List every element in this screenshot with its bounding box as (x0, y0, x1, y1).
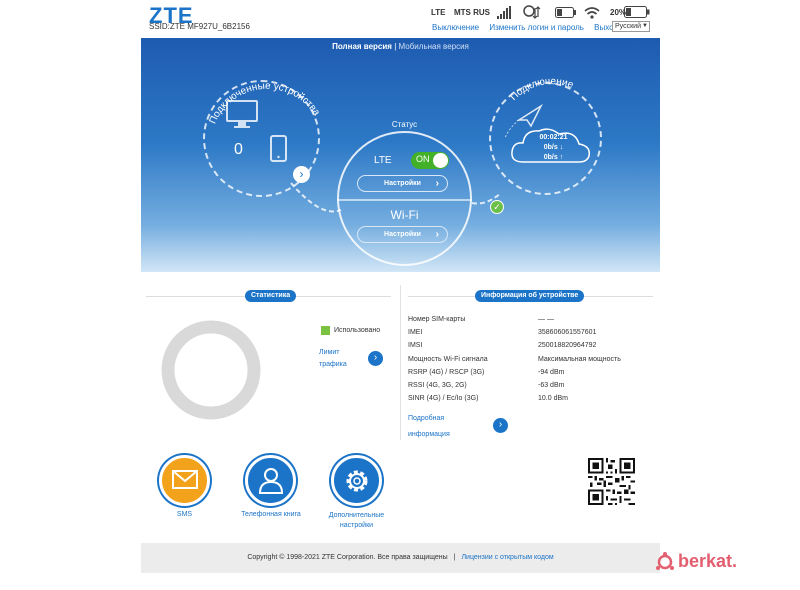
sms-shortcut[interactable] (159, 455, 210, 506)
operator-name: MTS RUS (454, 8, 490, 17)
network-type: LTE (431, 8, 446, 17)
wifi-label: Wi-Fi (390, 208, 419, 222)
detailed-info-link[interactable]: Подробная информация (408, 411, 450, 443)
detailed-info-button[interactable]: › (493, 418, 508, 433)
device-info-key: IMEI (408, 329, 423, 337)
device-info-value: 10.0 dBm (538, 395, 568, 403)
wifi-icon (584, 7, 600, 19)
ssid-text: SSID:ZTE MF927U_6B2156 (149, 22, 250, 31)
phonebook-shortcut[interactable] (245, 455, 296, 506)
traffic-donut-chart (161, 320, 261, 420)
connection-title-text: Подключение (508, 76, 575, 103)
advanced-settings-line2: настройки (339, 522, 374, 529)
battery-icon (624, 6, 650, 18)
footer-separator: | (453, 554, 456, 561)
berkat-logo-icon (656, 552, 674, 570)
sms-label[interactable]: SMS (159, 511, 210, 518)
envelope-icon (172, 470, 198, 489)
gear-icon (346, 470, 368, 492)
device-info-value: Максимальная мощность (538, 355, 621, 363)
detailed-info-line1: Подробная (408, 415, 445, 422)
language-select[interactable]: Русский ▼ (612, 21, 650, 32)
toggle-knob (433, 153, 448, 168)
section-divider (400, 285, 401, 440)
devices-count: 0 (234, 141, 243, 158)
language-value: Русский (615, 23, 641, 30)
svg-text:Подключенные устройства: Подключенные устройства (207, 81, 322, 126)
traffic-limit-link-line2: трафика (319, 361, 347, 368)
device-info-key: Мощность Wi-Fi сигнала (408, 355, 488, 363)
user-icon (258, 468, 284, 494)
used-legend-swatch (321, 326, 330, 335)
traffic-limit-button[interactable]: › (368, 351, 383, 366)
device-info-key: IMSI (408, 342, 423, 350)
connection-time: 00:02:21 (539, 134, 568, 141)
device-info-key: RSRP (4G) / RSCP (3G) (408, 368, 485, 376)
chevron-right-icon: › (435, 178, 439, 189)
detailed-info-line2: информация (408, 431, 450, 438)
upload-speed: 0b/s ↑ (543, 154, 564, 161)
used-legend-label: Использовано (334, 327, 381, 334)
traffic-limit-link-line1: Лимит (319, 349, 340, 356)
signal-icon (497, 6, 511, 19)
lte-settings-button[interactable]: Настройки › (357, 175, 448, 192)
check-icon: ✓ (490, 200, 504, 214)
data-icon (523, 5, 541, 19)
status-title: Статус (391, 120, 418, 129)
device-info-key: Номер SIM-карты (408, 316, 466, 323)
svg-text:Подключение: Подключение (508, 76, 575, 103)
header-links: Выключение Изменить логин и пароль Выход (432, 23, 626, 32)
traffic-limit-link[interactable]: Лимит трафика (319, 347, 347, 371)
chevron-down-icon: ▼ (642, 23, 648, 29)
device-info-value: — — (538, 316, 554, 323)
devices-title-text: Подключенные устройства (207, 81, 322, 126)
qr-code-image (588, 458, 635, 505)
wifi-settings-button[interactable]: Настройки › (357, 226, 448, 243)
monitor-icon (226, 100, 258, 128)
lte-settings-label: Настройки (384, 180, 421, 187)
lte-label: LTE (374, 155, 392, 166)
wifi-settings-label: Настройки (384, 231, 421, 238)
lte-toggle-text: ON (416, 154, 430, 164)
status-circle (337, 131, 472, 266)
chevron-right-icon: › (435, 229, 439, 240)
device-info-value: -63 dBm (538, 382, 565, 389)
device-info-value: 358606061557601 (538, 329, 597, 337)
device-info-key: RSSI (4G, 3G, 2G) (408, 382, 467, 389)
devices-title: Подключенные устройства (207, 81, 322, 126)
footer: Copyright © 1998-2021 ZTE Corporation. В… (141, 543, 660, 573)
advanced-settings-label[interactable]: Дополнительные настройки (313, 511, 400, 531)
download-speed: 0b/s ↓ (543, 144, 564, 151)
change-login-link[interactable]: Изменить логин и пароль (489, 23, 584, 32)
statistics-title: Статистика (245, 290, 297, 302)
device-info-value: -94 dBm (538, 368, 565, 376)
berkat-watermark: berkat. (678, 551, 738, 571)
device-info-key: SINR (4G) / Ec/Io (3G) (408, 395, 479, 403)
header: ZTE SSID:ZTE MF927U_6B2156 LTE MTS RUS 2… (141, 0, 660, 40)
lte-toggle[interactable]: ON (411, 152, 449, 169)
device-info-title: Информация об устройстве (475, 290, 585, 302)
device-info-value: 250018820964792 (538, 342, 597, 350)
advanced-settings-shortcut[interactable] (331, 455, 382, 506)
copyright-text: Copyright © 1998-2021 ZTE Corporation. В… (247, 554, 448, 561)
page: ZTE SSID:ZTE MF927U_6B2156 LTE MTS RUS 2… (141, 0, 660, 590)
open-source-license-link[interactable]: Лицензии с открытым кодом (461, 554, 553, 561)
advanced-settings-line1: Дополнительные (328, 512, 385, 519)
sim-status-icon (555, 7, 576, 18)
poweroff-link[interactable]: Выключение (432, 23, 479, 32)
status-banner: Полная версия | Мобильная версия Подключ… (141, 38, 660, 272)
phonebook-label[interactable]: Телефонная книга (231, 511, 311, 518)
phone-icon (270, 135, 287, 162)
devices-next-button[interactable]: › (293, 166, 310, 183)
